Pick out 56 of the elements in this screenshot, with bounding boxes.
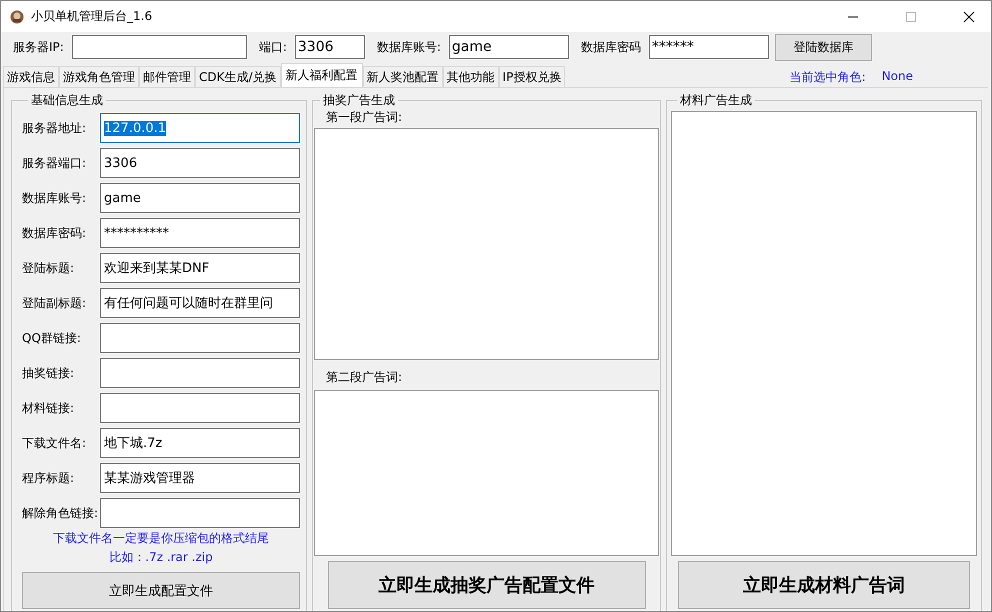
input-field[interactable] xyxy=(100,323,300,353)
field-label: 程序标题: xyxy=(22,470,76,486)
port-label: 端口: xyxy=(258,38,287,56)
window-title: 小贝单机管理后台_1.6 xyxy=(31,8,152,25)
password-label: 数据库密码 xyxy=(580,38,641,56)
tab[interactable]: 邮件管理 xyxy=(139,66,195,87)
field-label: 抽奖链接: xyxy=(22,364,76,382)
tab[interactable]: 其他功能 xyxy=(442,66,499,87)
field-label: 材料链接: xyxy=(22,400,76,416)
group-title: 材料广告生成 xyxy=(679,92,753,109)
field-label: 登陆标题: xyxy=(22,260,76,276)
first-ad-label: 第一段广告词: xyxy=(325,109,404,126)
tab[interactable]: CDK生成/兑换 xyxy=(195,66,281,87)
input-field[interactable] xyxy=(100,498,300,528)
generate-material-ad-button[interactable]: 立即生成材料广告词 xyxy=(678,561,970,609)
tab[interactable]: 新人奖池配置 xyxy=(362,66,443,87)
field-label: 下载文件名: xyxy=(22,434,88,452)
field-label: 解除角色链接: xyxy=(22,504,100,522)
tab[interactable]: IP授权兑换 xyxy=(498,66,566,87)
tab[interactable]: 游戏角色管理 xyxy=(59,66,139,87)
input-field[interactable] xyxy=(100,358,300,388)
server-ip-field[interactable] xyxy=(72,35,247,59)
input-field[interactable]: 有任何问题可以随时在群里问 xyxy=(100,288,300,318)
input-field[interactable] xyxy=(100,393,300,423)
input-field[interactable]: 地下城.7z xyxy=(100,428,300,458)
input-field[interactable]: 某某游戏管理器 xyxy=(100,463,300,493)
input-field[interactable]: 欢迎来到某某DNF xyxy=(100,253,300,283)
port-field[interactable]: 3306 xyxy=(294,35,365,59)
password-field[interactable]: ****** xyxy=(648,35,769,59)
input-field[interactable]: ********** xyxy=(100,218,300,248)
input-field[interactable]: game xyxy=(100,183,300,213)
current-role-value: None xyxy=(882,69,913,85)
group-title: 抽奖广告生成 xyxy=(322,92,396,109)
second-ad-label: 第二段广告词: xyxy=(326,369,402,386)
field-label: 服务器端口: xyxy=(22,154,88,172)
tab[interactable]: 新人福利配置 xyxy=(280,63,363,87)
field-label: 数据库账号: xyxy=(22,190,88,206)
input-field[interactable]: 3306 xyxy=(100,148,300,178)
generate-config-button[interactable]: 立即生成配置文件 xyxy=(22,572,300,609)
close-icon[interactable] xyxy=(963,10,975,22)
field-label: 登陆副标题: xyxy=(22,294,88,312)
tab[interactable]: 游戏信息 xyxy=(3,66,59,87)
hint-text: 比如：.7z .rar .zip xyxy=(108,549,214,566)
field-label: QQ群链接: xyxy=(22,330,82,346)
hint-text: 下载文件名一定要是你压缩包的格式结尾 xyxy=(52,530,270,547)
input-field[interactable]: 127.0.0.1 xyxy=(100,113,300,143)
generate-lottery-ad-button[interactable]: 立即生成抽奖广告配置文件 xyxy=(328,561,646,609)
field-label: 服务器地址: xyxy=(22,120,88,136)
login-button[interactable]: 登陆数据库 xyxy=(774,34,872,60)
account-label: 数据库账号: xyxy=(376,38,441,56)
app-icon xyxy=(9,8,25,24)
field-label: 数据库密码: xyxy=(22,224,88,242)
group-title: 基础信息生成 xyxy=(30,92,104,109)
current-role-label: 当前选中角色: xyxy=(790,69,866,86)
server-ip-label: 服务器IP: xyxy=(13,38,64,56)
account-field[interactable]: game xyxy=(448,35,569,59)
